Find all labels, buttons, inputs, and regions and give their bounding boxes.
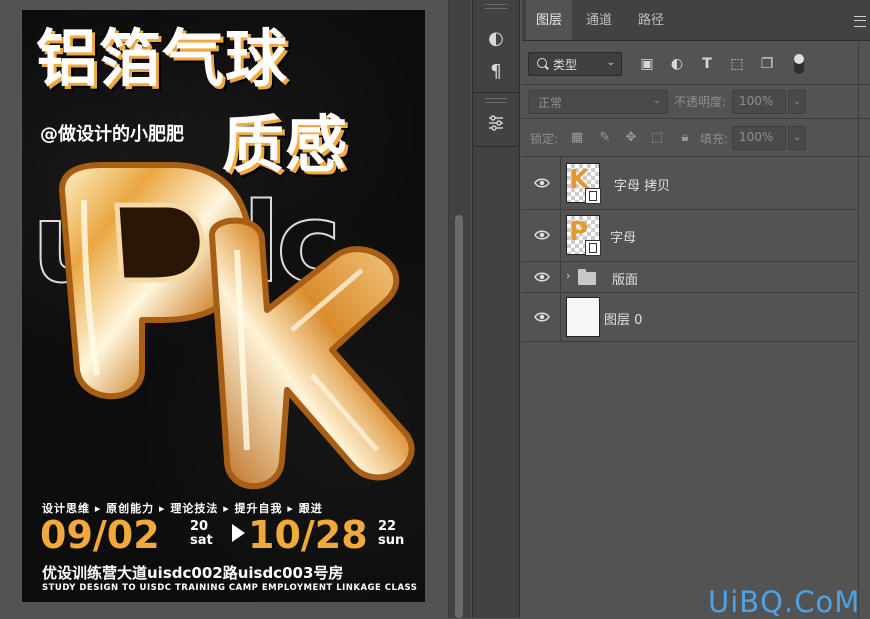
eye-column-divider: [560, 293, 561, 341]
layer-filter-row: 类型 ⌄ ▣ ◐ T ⬚ ❐: [522, 46, 870, 82]
date-end: 10/28: [248, 513, 368, 557]
visibility-eye-icon[interactable]: [534, 272, 550, 282]
panel-divider: [473, 146, 519, 147]
poster-author: @做设计的小肥肥: [40, 124, 184, 145]
opacity-label: 不透明度:: [674, 95, 727, 109]
lock-all-icon[interactable]: 🔒︎: [676, 128, 694, 146]
eye-column-divider: [560, 262, 561, 292]
panel-tab-bar: 图层 通道 路径: [522, 0, 870, 41]
layer-thumbnail[interactable]: P: [566, 215, 601, 256]
visibility-eye-icon[interactable]: [534, 178, 550, 188]
layer-group-row[interactable]: › 版面: [522, 262, 858, 293]
layers-panel: 图层 通道 路径 类型 ⌄ ▣ ◐ T ⬚ ❐ 正常 ⌄ 不透明度: 100% …: [522, 0, 870, 618]
row-divider: [522, 118, 870, 119]
layer-name[interactable]: 字母: [610, 227, 636, 246]
fill-input[interactable]: 100%: [732, 126, 786, 150]
layer-name[interactable]: 版面: [612, 269, 638, 288]
chevron-right-icon[interactable]: ›: [566, 269, 570, 282]
poster-title-line1: 铝箔气球: [36, 22, 289, 95]
panel-divider: [858, 40, 859, 618]
smart-object-badge-icon: [585, 240, 601, 256]
eye-glyph: [534, 272, 550, 282]
foil-balloon-pk: [59, 162, 415, 490]
scrollbar-thumb[interactable]: [455, 215, 463, 618]
layer-name[interactable]: 字母 拷贝: [614, 175, 670, 194]
properties-sliders-icon[interactable]: [482, 110, 510, 136]
fill-chevron-icon[interactable]: ⌄: [788, 126, 806, 150]
filter-pixel-icon[interactable]: ▣: [638, 55, 656, 73]
tab-channels[interactable]: 通道: [574, 0, 624, 40]
date-arrow-icon: [232, 524, 245, 542]
layer-thumbnail[interactable]: [566, 297, 600, 337]
filter-smart-object-icon[interactable]: ❐: [758, 55, 776, 73]
date-start-weekday: sat: [190, 533, 213, 548]
chevron-down-icon: ⌄: [652, 95, 661, 106]
filter-adjustment-icon[interactable]: ◐: [668, 55, 686, 73]
date-end-day-block: 22 sun: [378, 520, 404, 548]
layer-row[interactable]: P 字母: [522, 210, 858, 262]
date-start: 09/02: [40, 513, 160, 557]
panel-grip[interactable]: [485, 4, 507, 9]
lock-label: 锁定:: [530, 132, 559, 146]
layer-name[interactable]: 图层 0: [604, 309, 642, 328]
visibility-eye-icon[interactable]: [534, 230, 550, 240]
eye-column-divider: [560, 210, 561, 261]
filter-kind-select[interactable]: 类型 ⌄: [528, 52, 622, 76]
opacity-input[interactable]: 100%: [732, 90, 786, 114]
chevron-down-icon: ⌄: [606, 57, 615, 68]
panel-divider: [473, 92, 519, 93]
blend-mode-select[interactable]: 正常 ⌄: [528, 90, 668, 114]
layer-thumbnail[interactable]: K: [566, 163, 601, 204]
layer-row[interactable]: K 字母 拷贝: [522, 157, 858, 210]
panel-grip[interactable]: [485, 98, 507, 103]
filter-shape-icon[interactable]: ⬚: [728, 55, 746, 73]
lock-image-pixels-icon[interactable]: ✎: [596, 128, 614, 146]
document-canvas[interactable]: uisdc 铝箔气球 @做设计的小肥肥 质感: [0, 0, 470, 618]
row-divider: [522, 84, 870, 85]
date-end-day: 22: [378, 519, 397, 534]
eye-glyph: [534, 312, 550, 322]
balloon-letter-k: [209, 217, 415, 490]
date-start-day-block: 20 sat: [190, 520, 213, 548]
lock-transparent-pixels-icon[interactable]: ▦: [568, 128, 586, 146]
blend-mode-value: 正常: [538, 96, 563, 110]
date-end-weekday: sun: [378, 533, 405, 548]
tab-paths[interactable]: 路径: [626, 0, 676, 40]
filter-type-icon[interactable]: T: [698, 55, 716, 73]
poster-address: 优设训练营大道uisdc002路uisdc003号房: [42, 564, 344, 582]
adjust-half-circle-icon[interactable]: ◐: [482, 25, 510, 51]
poster-artwork[interactable]: uisdc 铝箔气球 @做设计的小肥肥 质感: [22, 10, 425, 602]
opacity-chevron-icon[interactable]: ⌄: [788, 90, 806, 114]
filter-toggle-switch[interactable]: [794, 54, 804, 74]
lock-artboard-icon[interactable]: ⬚: [648, 128, 666, 146]
filter-kind-label: 类型: [553, 58, 578, 72]
collapsed-panel-strip: ◐ ¶: [472, 0, 520, 618]
opacity-value: 100%: [739, 94, 774, 108]
lock-position-icon[interactable]: ✥: [622, 128, 640, 146]
poster-english-line: STUDY DESIGN TO UISDC TRAINING CAMP EMPL…: [42, 583, 418, 593]
fill-label: 填充:: [700, 132, 729, 146]
layer-row[interactable]: 图层 0: [522, 293, 858, 342]
eye-glyph: [534, 230, 550, 240]
eye-glyph: [534, 178, 550, 188]
eye-column-divider: [560, 157, 561, 209]
panel-menu-icon[interactable]: [854, 16, 866, 27]
sliders-glyph: [489, 115, 503, 131]
folder-icon: [578, 269, 596, 285]
paragraph-icon[interactable]: ¶: [482, 58, 510, 84]
search-icon: [537, 58, 547, 68]
tab-layers[interactable]: 图层: [526, 0, 572, 40]
visibility-eye-icon[interactable]: [534, 312, 550, 322]
fill-value: 100%: [739, 130, 774, 144]
date-start-day: 20: [190, 519, 209, 534]
site-watermark: UiBQ.CoM: [708, 585, 861, 619]
smart-object-badge-icon: [585, 188, 601, 204]
